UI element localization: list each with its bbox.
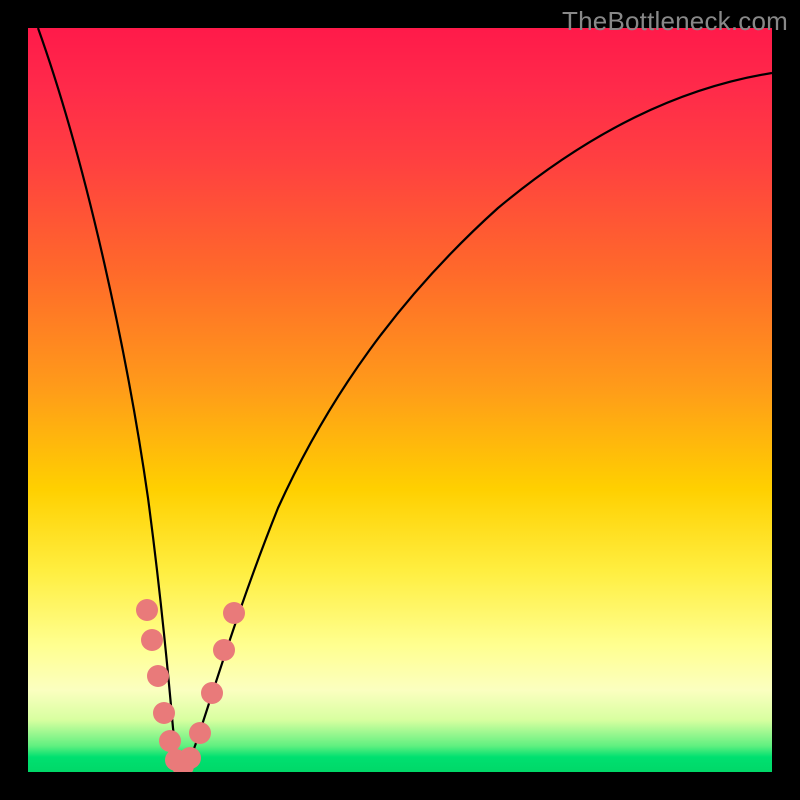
plot-area <box>28 28 772 772</box>
near-zero-markers <box>136 599 245 772</box>
chart-container: TheBottleneck.com <box>0 0 800 800</box>
bottleneck-curve-svg <box>28 28 772 772</box>
bottleneck-curve <box>38 28 772 768</box>
watermark-text: TheBottleneck.com <box>562 6 788 37</box>
